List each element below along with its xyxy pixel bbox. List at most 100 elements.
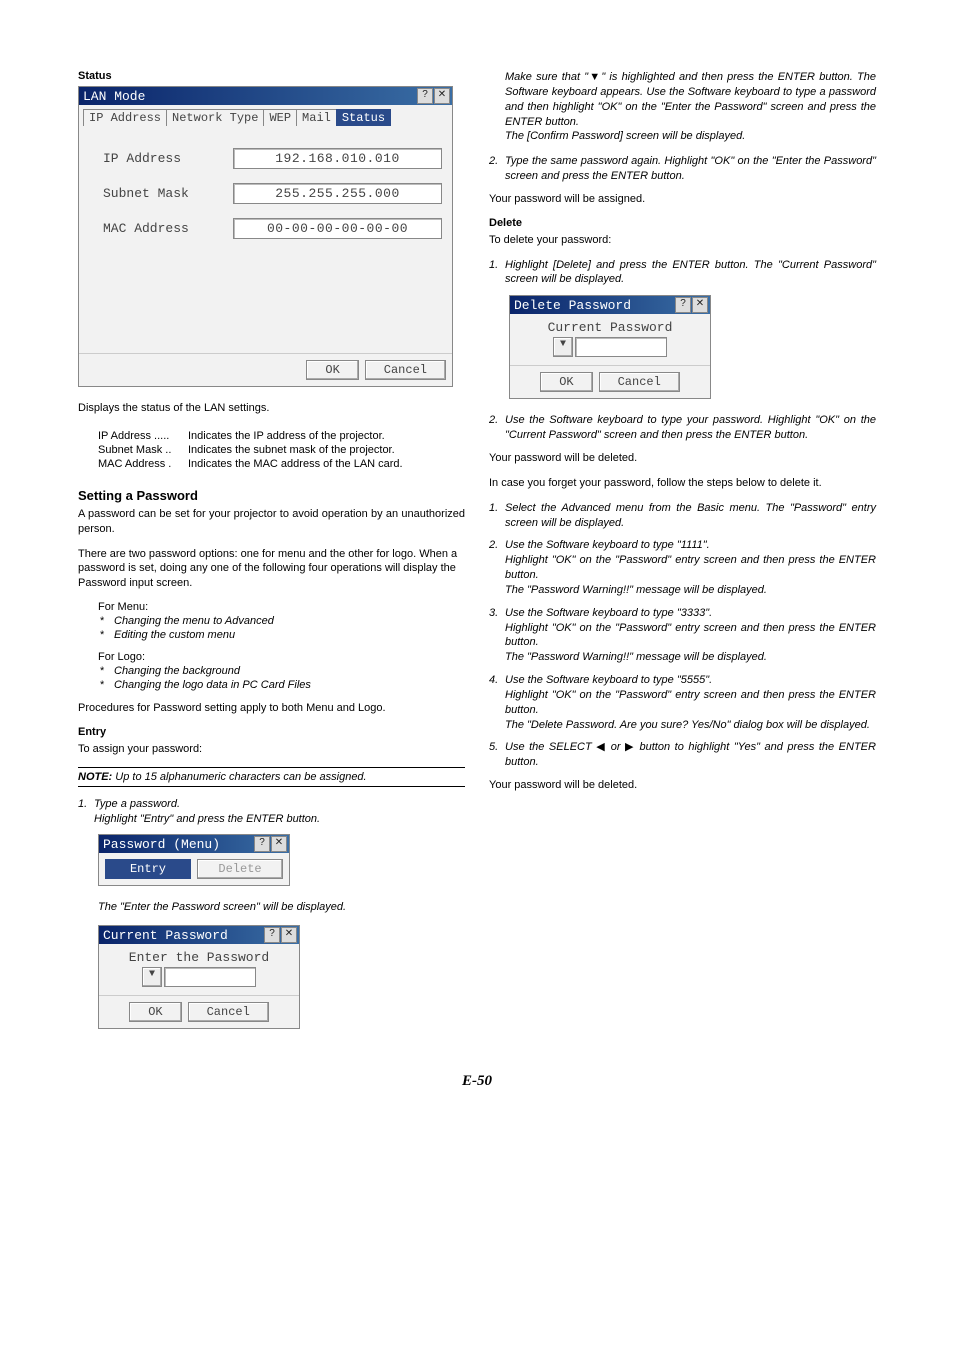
lan-tabs: IP Address Network Type WEP Mail Status [79, 105, 452, 126]
delete-heading: Delete [489, 217, 876, 229]
dropdown-icon[interactable]: ▼ [142, 967, 162, 987]
f5-mid: or [606, 741, 625, 753]
password-field[interactable] [164, 967, 256, 987]
f3-b: Highlight "OK" on the "Password" entry s… [505, 622, 876, 649]
rstep2-text: Type the same password again. Highlight … [505, 154, 876, 184]
note-bar: NOTE: Up to 15 alphanumeric characters c… [78, 767, 465, 787]
dstep2-text: Use the Software keyboard to type your p… [505, 413, 876, 443]
status-heading: Status [78, 70, 465, 82]
delete-button[interactable]: Delete [197, 859, 283, 879]
dropdown-icon[interactable]: ▼ [553, 337, 573, 357]
forgot-intro: In case you forget your password, follow… [489, 476, 876, 491]
f2-a: Use the Software keyboard to type "1111"… [505, 539, 710, 551]
subnet-mask-value: 255.255.255.000 [233, 183, 442, 204]
menu-bullet-1: Changing the menu to Advanced [114, 615, 274, 627]
entry-heading: Entry [78, 726, 465, 738]
right-top-2: The [Confirm Password] screen will be di… [505, 130, 745, 142]
password-intro-1: A password can be set for your projector… [78, 507, 465, 537]
step1-num: 1. [78, 797, 94, 827]
password-intro-2: There are two password options: one for … [78, 547, 465, 592]
password-deleted-2: Your password will be deleted. [489, 778, 876, 793]
lan-mode-dialog: LAN Mode ? ✕ IP Address Network Type WEP… [78, 86, 453, 387]
setting-password-heading: Setting a Password [78, 488, 465, 503]
def-mac-val: Indicates the MAC address of the LAN car… [188, 458, 403, 470]
ip-address-value: 192.168.010.010 [233, 148, 442, 169]
help-icon[interactable]: ? [417, 88, 433, 104]
current-password-dialog: Current Password ? ✕ Enter the Password … [98, 925, 300, 1029]
close-icon[interactable]: ✕ [692, 297, 708, 313]
entry-sub: To assign your password: [78, 742, 465, 757]
step1-after: The "Enter the Password screen" will be … [98, 900, 465, 915]
enter-password-label: Enter the Password [99, 944, 299, 967]
entry-button[interactable]: Entry [105, 859, 191, 879]
def-subnet-val: Indicates the subnet mask of the project… [188, 444, 395, 456]
password-deleted: Your password will be deleted. [489, 451, 876, 466]
procedures-note: Procedures for Password setting apply to… [78, 701, 465, 716]
delete-password-dialog: Delete Password ? ✕ Current Password ▼ O… [509, 295, 711, 399]
def-mac-key: MAC Address . [98, 458, 188, 470]
rstep2-num: 2. [489, 154, 505, 184]
ok-button[interactable]: OK [306, 360, 358, 380]
tab-wep[interactable]: WEP [263, 109, 297, 126]
f4-b: Highlight "OK" on the "Password" entry s… [505, 689, 876, 716]
f3-c: The "Password Warning!!" message will be… [505, 651, 767, 663]
f3-a: Use the Software keyboard to type "3333"… [505, 607, 712, 619]
f5-num: 5. [489, 740, 505, 770]
right-top-1: Make sure that "▼" is highlighted and th… [505, 71, 876, 128]
f2-c: The "Password Warning!!" message will be… [505, 584, 767, 596]
f5-pre: Use the SELECT [505, 741, 596, 753]
password-assigned: Your password will be assigned. [489, 192, 876, 207]
def-ip-val: Indicates the IP address of the projecto… [188, 430, 385, 442]
ip-address-label: IP Address [89, 151, 233, 166]
page-number: E-50 [78, 1073, 876, 1090]
tab-network-type[interactable]: Network Type [166, 109, 264, 126]
close-icon[interactable]: ✕ [271, 836, 287, 852]
menu-bullet-2: Editing the custom menu [114, 629, 235, 641]
cancel-button[interactable]: Cancel [365, 360, 446, 380]
logo-bullet-2: Changing the logo data in PC Card Files [114, 679, 311, 691]
mac-address-value: 00-00-00-00-00-00 [233, 218, 442, 239]
help-icon[interactable]: ? [675, 297, 691, 313]
note-text: Up to 15 alphanumeric characters can be … [112, 771, 366, 783]
ok-button[interactable]: OK [540, 372, 592, 392]
for-menu-label: For Menu: [98, 601, 465, 613]
for-logo-label: For Logo: [98, 651, 465, 663]
def-ip-key: IP Address ..... [98, 430, 188, 442]
f2-num: 2. [489, 538, 505, 597]
f1-text: Select the Advanced menu from the Basic … [505, 501, 876, 531]
note-label: NOTE: [78, 771, 112, 783]
f2-b: Highlight "OK" on the "Password" entry s… [505, 554, 876, 581]
current-password-label: Current Password [510, 314, 710, 337]
step1-line-a: Type a password. [94, 798, 180, 810]
f3-num: 3. [489, 606, 505, 665]
lan-mode-title: LAN Mode [81, 89, 417, 104]
dstep1-text: Highlight [Delete] and press the ENTER b… [505, 258, 876, 288]
status-description: Displays the status of the LAN settings. [78, 401, 465, 416]
password-field[interactable] [575, 337, 667, 357]
close-icon[interactable]: ✕ [281, 927, 297, 943]
delete-password-title: Delete Password [512, 298, 675, 313]
right-triangle-icon: ▶ [625, 741, 635, 753]
password-menu-dialog: Password (Menu) ? ✕ Entry Delete [98, 834, 290, 886]
ok-button[interactable]: OK [129, 1002, 181, 1022]
f1-num: 1. [489, 501, 505, 531]
tab-ip-address[interactable]: IP Address [83, 109, 167, 126]
tab-status[interactable]: Status [336, 109, 391, 126]
help-icon[interactable]: ? [254, 836, 270, 852]
cancel-button[interactable]: Cancel [599, 372, 680, 392]
help-icon[interactable]: ? [264, 927, 280, 943]
lan-mode-titlebar: LAN Mode ? ✕ [79, 87, 452, 105]
f4-c: The "Delete Password. Are you sure? Yes/… [505, 719, 870, 731]
def-subnet-key: Subnet Mask .. [98, 444, 188, 456]
logo-bullet-1: Changing the background [114, 665, 240, 677]
current-password-title: Current Password [101, 928, 264, 943]
mac-address-label: MAC Address [89, 221, 233, 236]
subnet-mask-label: Subnet Mask [89, 186, 233, 201]
left-triangle-icon: ◀ [596, 741, 606, 753]
dstep2-num: 2. [489, 413, 505, 443]
close-icon[interactable]: ✕ [434, 88, 450, 104]
tab-mail[interactable]: Mail [296, 109, 337, 126]
cancel-button[interactable]: Cancel [188, 1002, 269, 1022]
delete-sub: To delete your password: [489, 233, 876, 248]
password-menu-title: Password (Menu) [101, 837, 254, 852]
